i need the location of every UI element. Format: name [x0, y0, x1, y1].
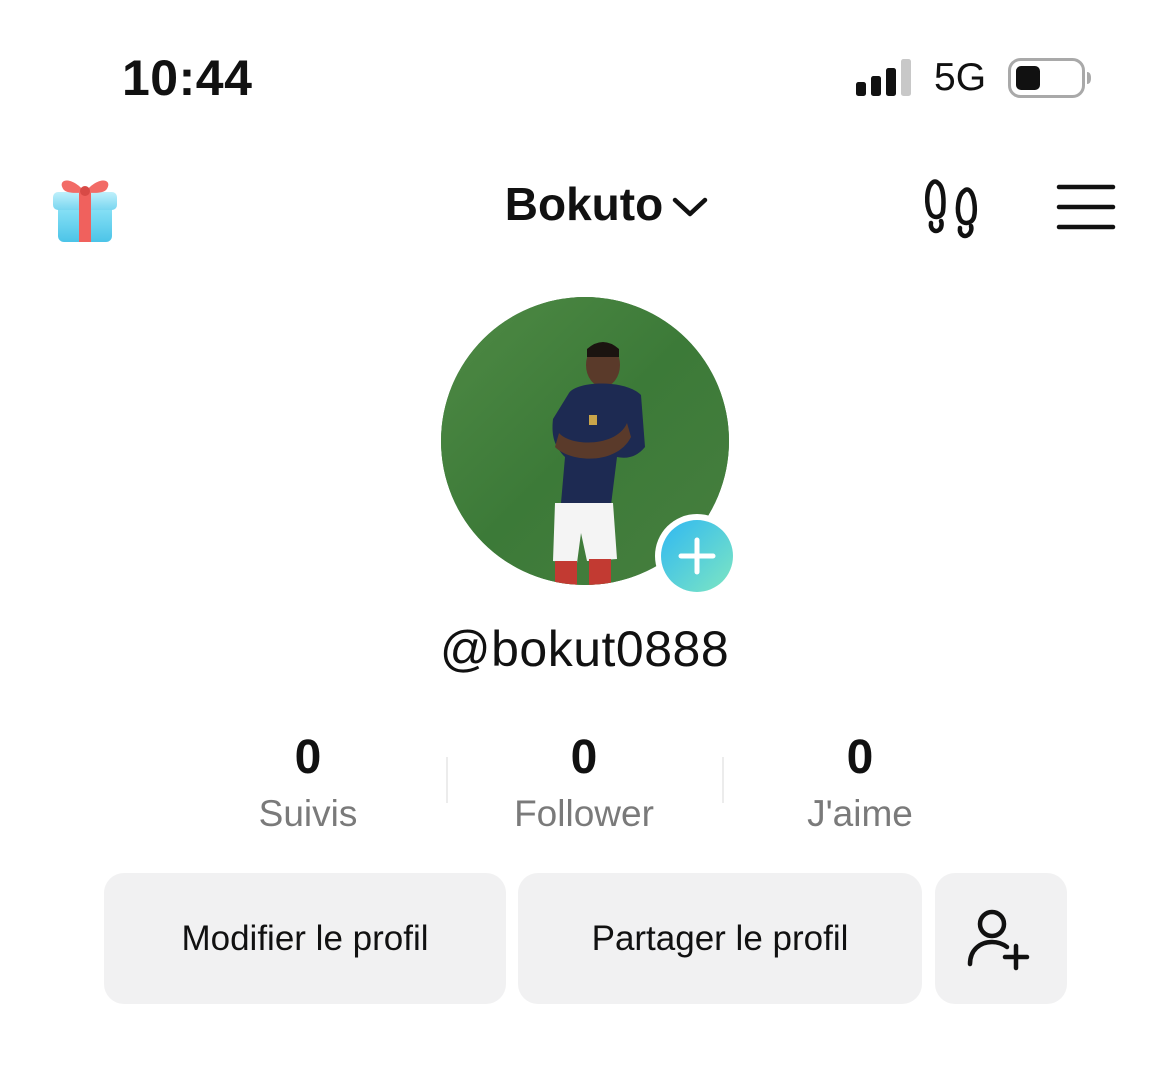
share-profile-button[interactable]: Partager le profil [518, 873, 922, 1004]
stat-label: Follower [514, 793, 654, 834]
status-time: 10:44 [122, 50, 253, 106]
signal-strength-icon [856, 59, 911, 96]
account-name: Bokuto [504, 178, 664, 230]
stat-value: 0 [570, 731, 598, 784]
chevron-down-icon [672, 197, 708, 217]
stat-value: 0 [846, 731, 874, 784]
menu-icon[interactable] [1056, 183, 1116, 231]
plus-icon [661, 520, 733, 592]
stat-label: Suivis [258, 793, 358, 834]
stat-value: 0 [294, 731, 322, 784]
divider [446, 757, 448, 803]
username: @bokut0888 [439, 621, 730, 677]
stat-label: J'aime [807, 793, 913, 834]
add-friend-button[interactable] [935, 873, 1067, 1004]
account-switcher[interactable]: Bokuto [0, 172, 1169, 236]
add-user-icon [967, 909, 1030, 970]
divider [722, 757, 724, 803]
battery-icon [1008, 58, 1091, 98]
edit-profile-button[interactable]: Modifier le profil [104, 873, 506, 1004]
stat-following[interactable]: 0 Suivis [188, 730, 428, 838]
footprints-icon[interactable] [922, 175, 986, 239]
network-type: 5G [934, 56, 987, 99]
stat-followers[interactable]: 0 Follower [464, 730, 704, 838]
stat-likes[interactable]: 0 J'aime [740, 730, 980, 838]
add-photo-button[interactable] [655, 514, 739, 598]
